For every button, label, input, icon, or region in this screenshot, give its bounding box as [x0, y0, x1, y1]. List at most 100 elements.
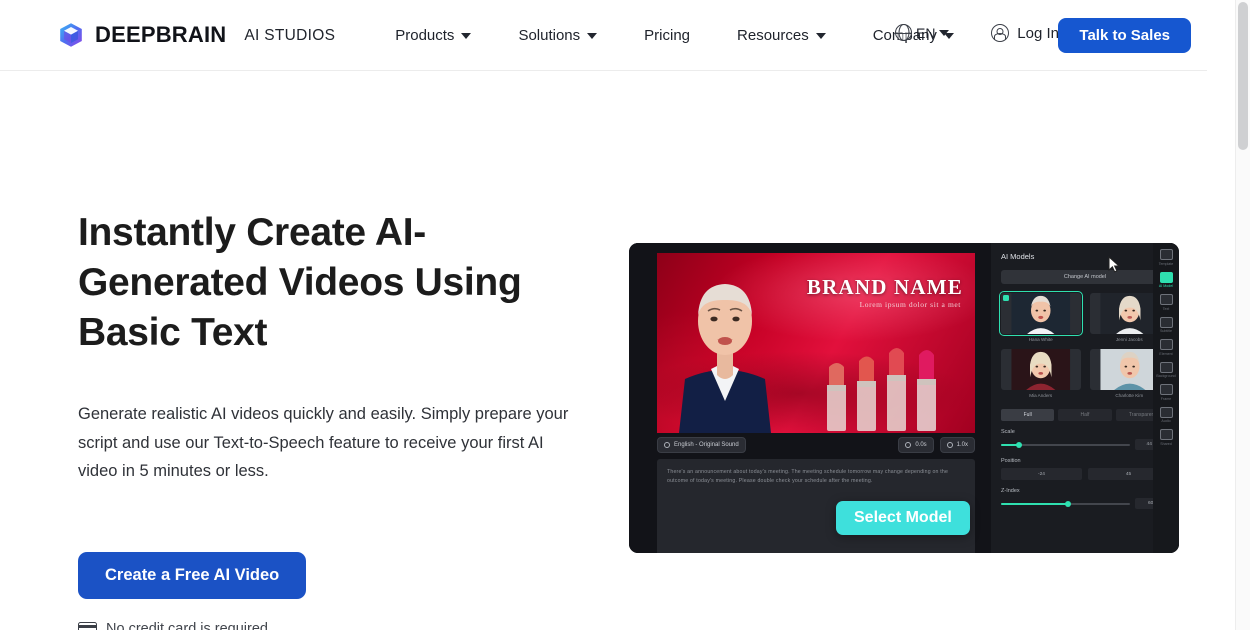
scale-label: Scale	[1001, 429, 1015, 435]
hero-subheading: Generate realistic AI videos quickly and…	[78, 405, 569, 480]
talk-to-sales-button[interactable]: Talk to Sales	[1058, 18, 1191, 53]
language-voice-pill[interactable]: English - Original Sound	[657, 437, 746, 453]
tool-rail: Template AI Model Text Subtitle Element	[1153, 243, 1179, 553]
rail-label: Audio	[1161, 419, 1171, 423]
nav-label: Products	[395, 26, 455, 44]
model-name: Hana White	[1028, 337, 1053, 342]
nav-label: Pricing	[644, 26, 691, 44]
login-label: Log In	[1017, 24, 1059, 42]
rail-item-audio[interactable]: Audio	[1155, 406, 1177, 423]
ai-models-panel: AI Models Change AI model Hana White Jen…	[991, 243, 1179, 553]
rail-item-text[interactable]: Text	[1155, 294, 1177, 311]
ai-avatar-presenter	[679, 284, 771, 433]
audio-icon	[1159, 406, 1173, 418]
page-root: DEEPBRAIN AI STUDIOS Products Solutions …	[0, 0, 1250, 630]
segment-half[interactable]: Half	[1058, 409, 1112, 421]
select-model-badge[interactable]: Select Model	[836, 501, 970, 535]
template-icon	[1159, 249, 1173, 260]
credit-card-icon	[78, 621, 97, 630]
rail-item-shared[interactable]: Shared	[1155, 429, 1177, 446]
chevron-down-icon	[461, 33, 472, 39]
element-icon	[1159, 339, 1173, 350]
zindex-slider-row: 604	[1001, 498, 1169, 509]
script-text: There's an announcement about today's me…	[667, 469, 949, 484]
rail-label: AI Model	[1158, 284, 1174, 288]
zindex-slider-handle[interactable]	[1065, 500, 1072, 507]
scale-slider[interactable]	[1001, 441, 1130, 448]
scrollbar-thumb[interactable]	[1238, 2, 1248, 150]
speed-label: 1.0x	[956, 442, 968, 448]
text-icon	[1159, 294, 1173, 305]
rail-label: Template	[1158, 261, 1174, 266]
nav-item-products[interactable]: Products	[395, 21, 472, 50]
page-title: Instantly Create AI-Generated Videos Usi…	[78, 211, 522, 354]
rail-item-frame[interactable]: Frame	[1155, 384, 1177, 401]
globe-icon	[894, 24, 913, 41]
no-credit-card-label: No credit card is required	[106, 620, 268, 630]
nav-label: Solutions	[518, 26, 581, 44]
clock-icon	[905, 442, 912, 448]
selected-check-icon	[1003, 295, 1009, 301]
ai-model-icon	[1159, 271, 1173, 283]
duration-label: 0.0s	[915, 442, 927, 448]
brand-logo[interactable]: DEEPBRAIN AI STUDIOS	[58, 22, 335, 48]
position-row: -24 45	[1001, 468, 1169, 480]
change-ai-model-button[interactable]: Change AI model	[1001, 270, 1169, 284]
model-card-3[interactable]: Mia Anders	[1001, 349, 1081, 398]
chevron-down-icon	[587, 33, 598, 39]
brand-sub: AI STUDIOS	[244, 27, 336, 44]
subtitle-icon	[1159, 316, 1173, 328]
duration-pill[interactable]: 0.0s	[898, 437, 934, 453]
rail-item-element[interactable]: Element	[1155, 339, 1177, 356]
rail-item-ai-model[interactable]: AI Model	[1155, 271, 1177, 288]
voice-icon	[664, 442, 670, 448]
canvas-toolbar: English - Original Sound 0.0s 1.0x	[657, 435, 975, 455]
language-selector[interactable]: EN	[894, 24, 950, 41]
position-x-input[interactable]: -24	[1001, 468, 1082, 480]
scale-slider-row: 44 %	[1001, 439, 1169, 450]
stage-brand-title: BRAND NAME	[806, 275, 963, 299]
speed-icon	[946, 442, 953, 448]
brand-name: DEEPBRAIN	[95, 22, 227, 47]
rail-item-background[interactable]: Background	[1155, 361, 1177, 378]
nav-label: Resources	[737, 26, 809, 44]
rail-label: Subtitle	[1160, 329, 1172, 333]
chevron-down-icon	[939, 29, 950, 36]
rail-label: Frame	[1160, 396, 1172, 401]
model-name: Mia Anders	[1029, 393, 1053, 398]
stage-brand-subtitle: Lorem ipsum dolor sit a met	[859, 300, 961, 309]
zindex-slider[interactable]	[1001, 500, 1130, 507]
video-stage: BRAND NAME Lorem ipsum dolor sit a met	[657, 253, 975, 433]
model-card-1[interactable]: Hana White	[999, 291, 1083, 342]
page-scrollbar[interactable]	[1235, 0, 1250, 630]
deepbrain-cube-logo	[58, 22, 84, 48]
frame-icon	[1159, 384, 1173, 395]
model-crop-segment: Full Half Transparent	[1001, 409, 1169, 421]
zindex-label: Z-Index	[1001, 488, 1020, 494]
rail-item-subtitle[interactable]: Subtitle	[1155, 316, 1177, 333]
hero-text-column: Instantly Create AI-Generated Videos Usi…	[78, 208, 598, 630]
editor-preview-mockup: BRAND NAME Lorem ipsum dolor sit a met E…	[629, 243, 1179, 553]
rail-label: Background	[1156, 374, 1176, 378]
mouse-cursor	[1108, 256, 1120, 273]
login-link[interactable]: Log In	[991, 24, 1059, 42]
nav-item-pricing[interactable]: Pricing	[644, 21, 690, 50]
user-circle-icon	[991, 24, 1010, 42]
scale-slider-handle[interactable]	[1016, 441, 1023, 448]
nav-item-resources[interactable]: Resources	[737, 21, 826, 50]
rail-label: Element	[1159, 351, 1173, 356]
nav-item-solutions[interactable]: Solutions	[518, 21, 598, 50]
position-label: Position	[1001, 458, 1021, 464]
editor-canvas-area: BRAND NAME Lorem ipsum dolor sit a met E…	[629, 243, 991, 553]
speed-pill[interactable]: 1.0x	[939, 437, 975, 453]
language-label: EN	[916, 24, 936, 41]
model-thumbnail	[1001, 349, 1081, 390]
language-voice-label: English - Original Sound	[674, 442, 739, 448]
background-icon	[1159, 361, 1173, 373]
create-free-ai-video-button[interactable]: Create a Free AI Video	[78, 551, 307, 599]
segment-full[interactable]: Full	[1001, 409, 1055, 421]
model-thumbnail	[999, 291, 1083, 336]
panel-title: AI Models	[1001, 252, 1035, 261]
rail-item-template[interactable]: Template	[1155, 249, 1177, 266]
no-credit-card-note: No credit card is required	[78, 621, 598, 630]
